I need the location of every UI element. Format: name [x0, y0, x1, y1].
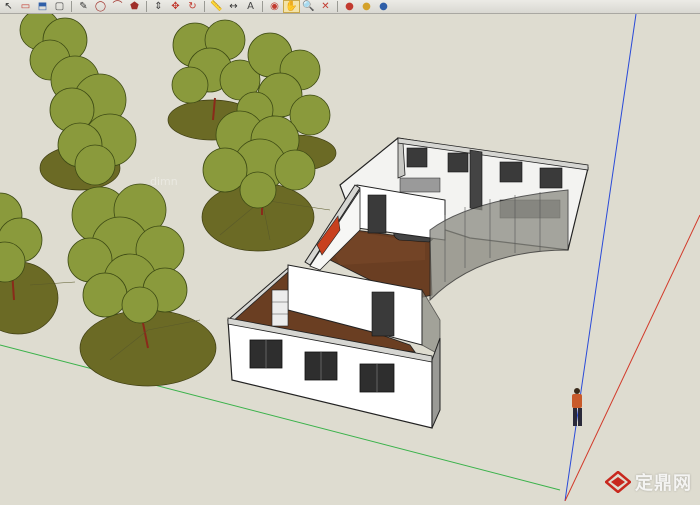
text-tool-icon[interactable]: A: [242, 0, 259, 13]
toolbar-group: ↖ ▭ ⬒ ▢: [0, 0, 68, 13]
toolbar-separator: [71, 1, 72, 12]
front-door: [371, 291, 395, 337]
dimension-tool-icon[interactable]: ↔: [225, 0, 242, 13]
toolbar-separator: [337, 1, 338, 12]
zoom-extents-icon[interactable]: ✕: [317, 0, 334, 13]
toolbar-group: 📏 ↔ A: [208, 0, 259, 13]
rectangle-tool-icon[interactable]: ▢: [51, 0, 68, 13]
get-models-icon[interactable]: ●: [341, 0, 358, 13]
toolbar-group: ● ● ●: [341, 0, 392, 13]
orbit-tool-icon[interactable]: ◉: [266, 0, 283, 13]
site-watermark: 定鼎网: [605, 469, 692, 495]
svg-text:dimn: dimn: [150, 175, 178, 188]
watermark-logo-icon: [605, 471, 631, 493]
pan-tool-icon[interactable]: ✋: [283, 0, 300, 13]
polygon-tool-icon[interactable]: ⬟: [126, 0, 143, 13]
paint-bucket-icon[interactable]: ⬒: [34, 0, 51, 13]
share-model-icon[interactable]: ●: [358, 0, 375, 13]
share-component-icon[interactable]: ●: [375, 0, 392, 13]
line-tool-icon[interactable]: ✎: [75, 0, 92, 13]
toolbar-separator: [204, 1, 205, 12]
push-pull-icon[interactable]: ⇕: [150, 0, 167, 13]
middle-door: [367, 194, 387, 234]
main-toolbar: ↖ ▭ ⬒ ▢ ✎ ◯ ⌒ ⬟ ⇕ ✥ ↻ 📏 ↔ A ◉ ✋ 🔍 ✕ ● ● ●: [0, 0, 700, 14]
toolbar-separator: [262, 1, 263, 12]
move-tool-icon[interactable]: ✥: [167, 0, 184, 13]
arc-tool-icon[interactable]: ⌒: [109, 0, 126, 13]
modeling-viewport[interactable]: dimn: [0, 9, 700, 502]
tape-measure-icon[interactable]: 📏: [208, 0, 225, 13]
circle-tool-icon[interactable]: ◯: [92, 0, 109, 13]
eraser-tool-icon[interactable]: ▭: [17, 0, 34, 13]
toolbar-group: ⇕ ✥ ↻: [150, 0, 201, 13]
bookshelf: [271, 289, 289, 327]
watermark-text: 定鼎网: [635, 473, 692, 494]
toolbar-group: ✎ ◯ ⌒ ⬟: [75, 0, 143, 13]
toolbar-group: ◉ ✋ 🔍 ✕: [266, 0, 334, 13]
select-tool-icon[interactable]: ↖: [0, 0, 17, 13]
rotate-tool-icon[interactable]: ↻: [184, 0, 201, 13]
zoom-tool-icon[interactable]: 🔍: [300, 0, 317, 13]
toolbar-separator: [146, 1, 147, 12]
